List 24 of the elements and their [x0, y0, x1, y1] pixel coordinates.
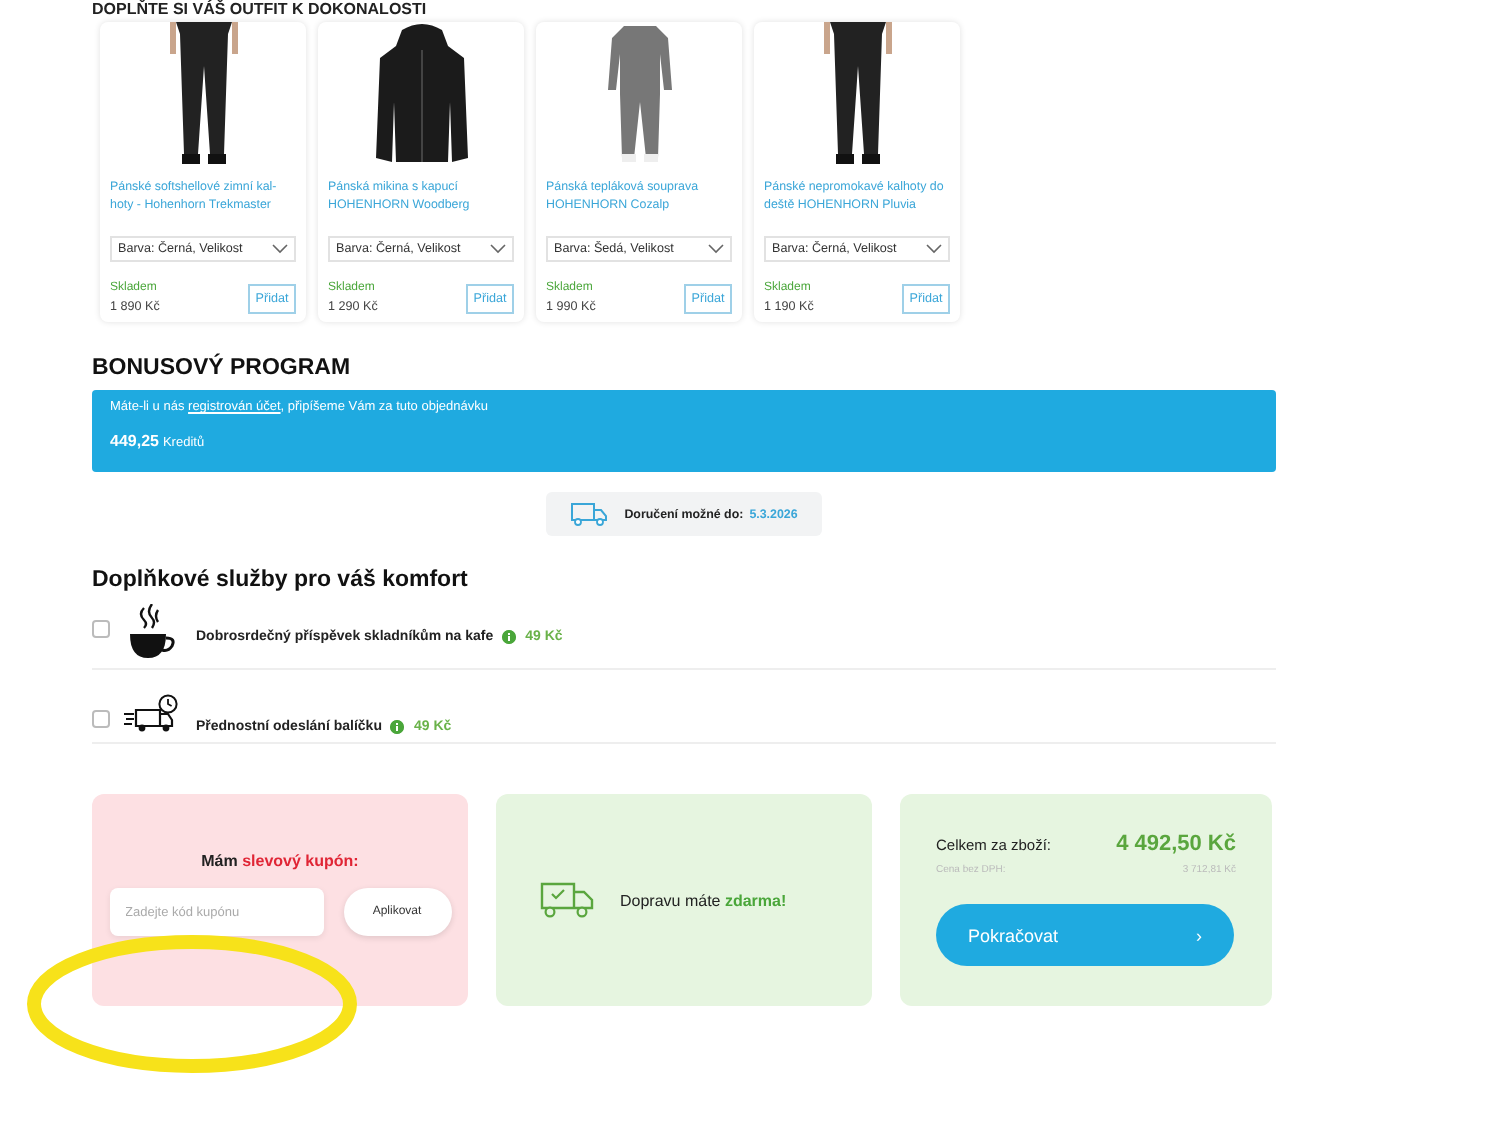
chevron-down-icon: [708, 244, 724, 254]
credit-amount: 449,25: [110, 432, 159, 450]
coffee-cup-icon: [128, 604, 176, 660]
chevron-down-icon: [490, 244, 506, 254]
section-heading: BONUSOVÝ PROGRAM: [92, 356, 353, 380]
checkbox[interactable]: [92, 710, 110, 728]
section-heading: DOPLŇTE SI VÁŠ OUTFIT K DOKONALOSTI: [92, 0, 429, 18]
express-truck-icon: [124, 694, 180, 734]
coupon-title: Mám slevový kupón:: [201, 852, 359, 870]
trousers-photo: [167, 22, 239, 166]
info-icon[interactable]: [501, 630, 516, 644]
delivery-truck-icon: [540, 882, 596, 918]
total-price: 4 492,50 Kč: [1116, 832, 1236, 856]
tracksuit-photo: [603, 22, 675, 166]
section-heading: Doplňkové služby pro váš komfort: [92, 568, 470, 592]
trousers-photo: [821, 22, 893, 166]
hoodie-photo: [371, 22, 471, 166]
truck-icon: [570, 502, 609, 526]
chevron-down-icon: [272, 244, 288, 254]
info-icon[interactable]: [389, 720, 404, 734]
continue-button[interactable]: Pokračovat ›: [936, 904, 1234, 966]
shipping-text: Dopravu máte zdarma!: [620, 891, 787, 909]
checkbox[interactable]: [92, 620, 110, 638]
chevron-down-icon: [926, 244, 942, 254]
